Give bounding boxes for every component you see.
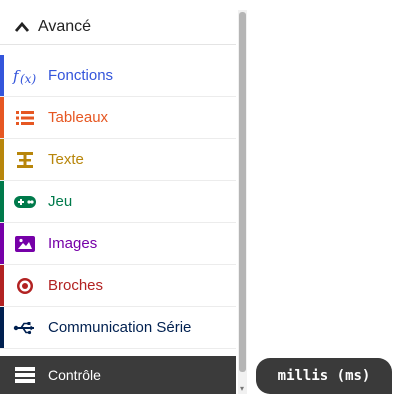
category-communication-serie[interactable]: Communication Série (0, 307, 236, 349)
target-icon (8, 277, 42, 295)
category-color-bar (0, 139, 4, 180)
usb-icon (8, 321, 42, 335)
category-label: Fonctions (48, 67, 114, 84)
advanced-category-header[interactable]: Avancé (0, 10, 236, 45)
block-tooltip: millis (ms) (256, 358, 392, 394)
category-color-bar (0, 307, 4, 348)
category-tableaux[interactable]: Tableaux (0, 97, 236, 139)
scroll-down-arrow-icon[interactable]: ▾ (240, 384, 244, 393)
image-icon (8, 235, 42, 252)
advanced-category-label: Avancé (38, 18, 92, 35)
category-color-bar (0, 181, 4, 222)
category-label: Tableaux (48, 109, 109, 126)
category-color-bar (0, 265, 4, 306)
category-label: Contrôle (48, 367, 101, 383)
category-label: Jeu (48, 193, 73, 210)
svg-text:(x): (x) (20, 72, 36, 85)
category-controle[interactable]: Contrôle (0, 356, 236, 394)
category-fonctions[interactable]: f (x) Fonctions (0, 55, 236, 97)
function-icon: f (x) (8, 67, 42, 85)
toolbox-panel: Avancé f (x) Fonctions Tableaux Texte Je… (0, 0, 238, 394)
category-jeu[interactable]: Jeu (0, 181, 236, 223)
toolbox-scrollbar-thumb[interactable] (239, 12, 246, 372)
gamepad-icon (8, 195, 42, 209)
category-color-bar (0, 55, 4, 96)
list-icon (8, 110, 42, 126)
category-images[interactable]: Images (0, 223, 236, 265)
category-color-bar (0, 97, 4, 138)
text-icon (8, 151, 42, 169)
category-label: Communication Série (48, 319, 192, 336)
category-color-bar (0, 223, 4, 264)
chevron-up-icon (8, 21, 36, 33)
tooltip-text: millis (ms) (277, 368, 371, 384)
category-broches[interactable]: Broches (0, 265, 236, 307)
category-texte[interactable]: Texte (0, 139, 236, 181)
category-label: Texte (48, 151, 84, 168)
server-icon (8, 367, 42, 383)
category-label: Images (48, 235, 98, 252)
category-label: Broches (48, 277, 104, 294)
